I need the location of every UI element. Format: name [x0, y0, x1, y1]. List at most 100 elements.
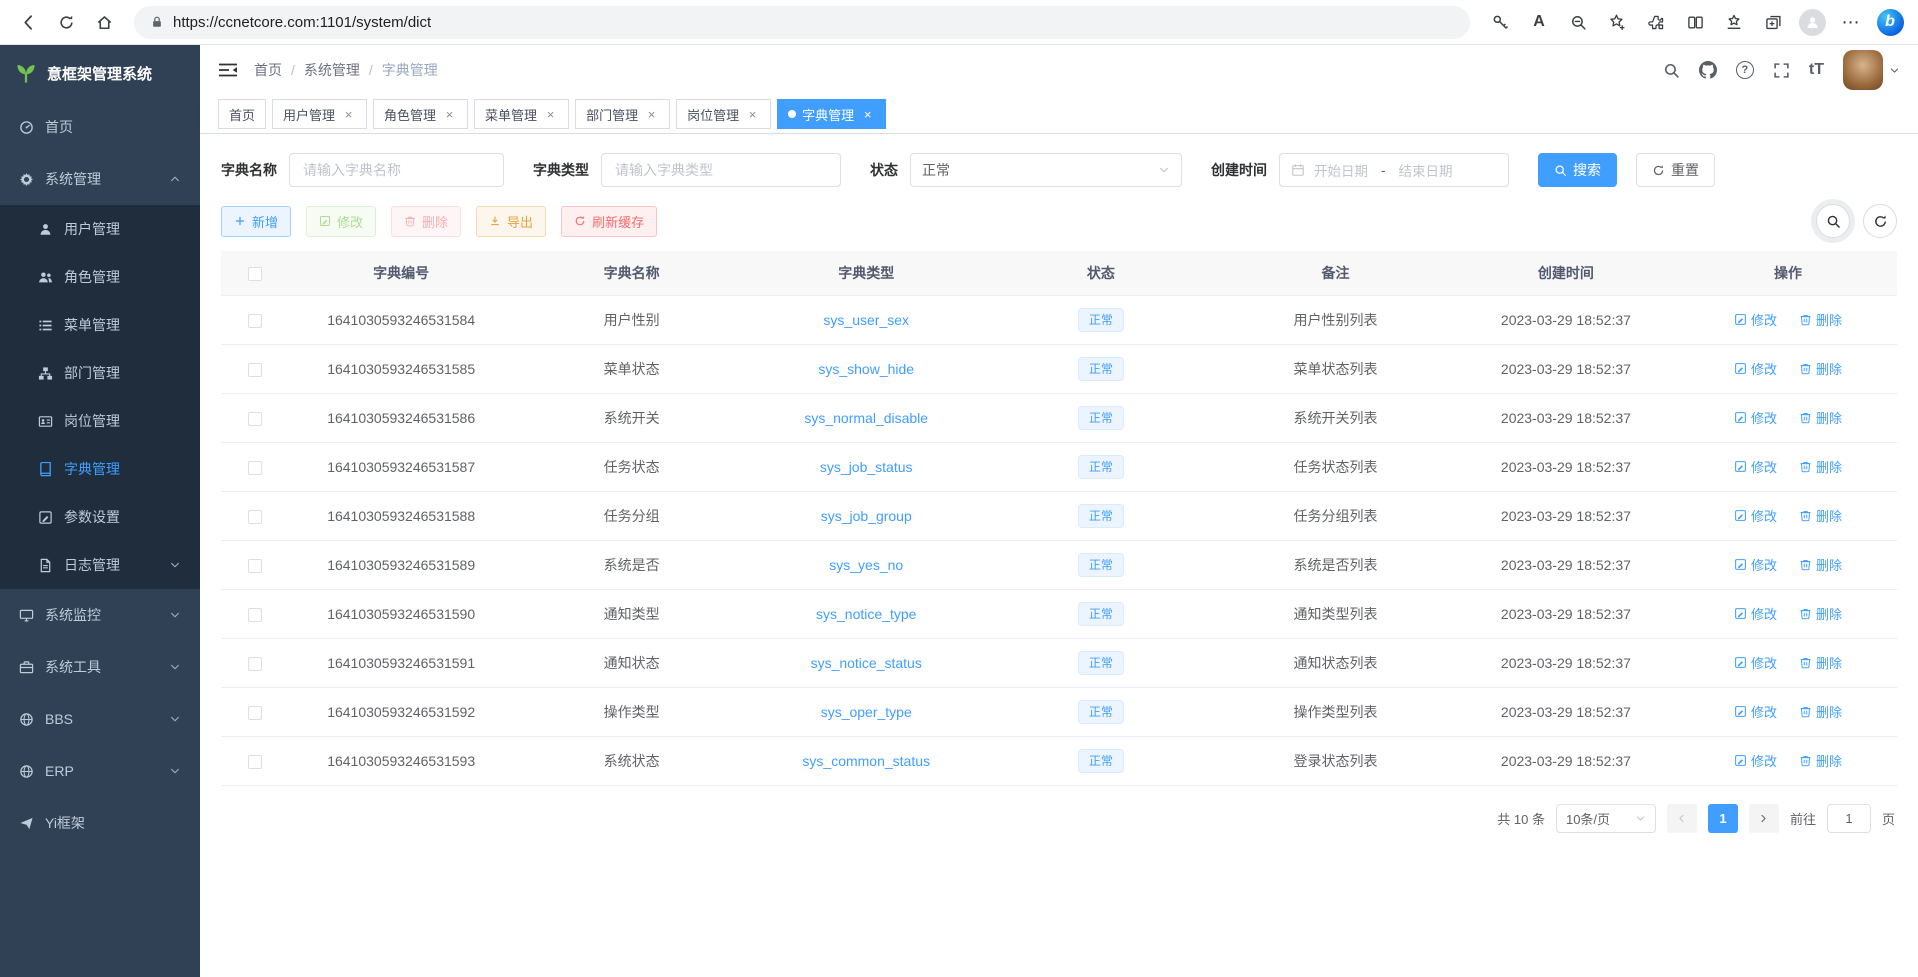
- sidebar-item-system[interactable]: 系统管理: [0, 153, 200, 205]
- dict-type-link[interactable]: sys_notice_status: [811, 655, 922, 671]
- sidebar-item-menus[interactable]: 菜单管理: [0, 301, 200, 349]
- sidebar-item-tools[interactable]: 系统工具: [0, 641, 200, 693]
- row-checkbox[interactable]: [248, 657, 262, 671]
- split-screen-icon[interactable]: [1677, 5, 1713, 39]
- browser-home-button[interactable]: [86, 5, 122, 39]
- row-checkbox[interactable]: [248, 363, 262, 377]
- tab-post[interactable]: 岗位管理×: [676, 99, 771, 129]
- add-favorite-icon[interactable]: [1599, 5, 1635, 39]
- reset-button[interactable]: 重置: [1636, 153, 1715, 187]
- zoom-out-icon[interactable]: [1560, 5, 1596, 39]
- row-edit-button[interactable]: 修改: [1734, 604, 1777, 623]
- user-menu[interactable]: [1843, 50, 1900, 90]
- row-checkbox[interactable]: [248, 461, 262, 475]
- fullscreen-icon[interactable]: [1773, 62, 1790, 79]
- dict-type-link[interactable]: sys_job_status: [820, 459, 913, 475]
- sidebar-item-yi-framework[interactable]: Yi框架: [0, 797, 200, 849]
- sidebar-item-home[interactable]: 首页: [0, 101, 200, 153]
- select-all-checkbox[interactable]: [248, 267, 262, 281]
- browser-profile-avatar[interactable]: [1794, 5, 1830, 39]
- goto-page-input[interactable]: [1827, 804, 1871, 833]
- search-button[interactable]: 搜索: [1538, 153, 1617, 187]
- tab-user[interactable]: 用户管理×: [272, 99, 367, 129]
- browser-menu-icon[interactable]: ⋯: [1833, 5, 1869, 39]
- sidebar-item-departments[interactable]: 部门管理: [0, 349, 200, 397]
- tab-close-icon[interactable]: ×: [442, 107, 457, 122]
- tab-role[interactable]: 角色管理×: [373, 99, 468, 129]
- address-bar[interactable]: https://ccnetcore.com:1101/system/dict: [134, 6, 1470, 39]
- browser-back-button[interactable]: [10, 5, 46, 39]
- dict-type-link[interactable]: sys_show_hide: [818, 361, 914, 377]
- refresh-table-button[interactable]: [1863, 204, 1897, 238]
- sidebar-item-erp[interactable]: ERP: [0, 745, 200, 797]
- row-delete-button[interactable]: 删除: [1799, 702, 1842, 721]
- export-button[interactable]: 导出: [476, 206, 546, 237]
- row-delete-button[interactable]: 删除: [1799, 310, 1842, 329]
- extensions-icon[interactable]: [1638, 5, 1674, 39]
- breadcrumb-home[interactable]: 首页: [254, 60, 282, 80]
- tab-dict[interactable]: 字典管理×: [777, 99, 886, 129]
- collections-icon[interactable]: [1755, 5, 1791, 39]
- date-range-picker[interactable]: 开始日期 - 结束日期: [1279, 153, 1509, 187]
- row-checkbox[interactable]: [248, 755, 262, 769]
- row-delete-button[interactable]: 删除: [1799, 408, 1842, 427]
- sidebar-item-posts[interactable]: 岗位管理: [0, 397, 200, 445]
- row-edit-button[interactable]: 修改: [1734, 702, 1777, 721]
- dict-type-link[interactable]: sys_normal_disable: [804, 410, 928, 426]
- tab-close-icon[interactable]: ×: [644, 107, 659, 122]
- row-checkbox[interactable]: [248, 706, 262, 720]
- row-delete-button[interactable]: 删除: [1799, 751, 1842, 770]
- row-delete-button[interactable]: 删除: [1799, 359, 1842, 378]
- row-checkbox[interactable]: [248, 510, 262, 524]
- sidebar-item-bbs[interactable]: BBS: [0, 693, 200, 745]
- row-checkbox[interactable]: [248, 608, 262, 622]
- refresh-cache-button[interactable]: 刷新缓存: [561, 206, 657, 237]
- dict-type-link[interactable]: sys_user_sex: [823, 312, 909, 328]
- favorites-bar-icon[interactable]: [1716, 5, 1752, 39]
- dict-type-link[interactable]: sys_common_status: [802, 753, 930, 769]
- sidebar-item-monitor[interactable]: 系统监控: [0, 589, 200, 641]
- row-delete-button[interactable]: 删除: [1799, 457, 1842, 476]
- sidebar-item-logs[interactable]: 日志管理: [0, 541, 200, 589]
- sidebar-item-users[interactable]: 用户管理: [0, 205, 200, 253]
- dict-type-link[interactable]: sys_notice_type: [816, 606, 916, 622]
- tab-close-icon[interactable]: ×: [860, 107, 875, 122]
- row-edit-button[interactable]: 修改: [1734, 408, 1777, 427]
- github-icon[interactable]: [1699, 61, 1717, 79]
- sidebar-item-roles[interactable]: 角色管理: [0, 253, 200, 301]
- row-delete-button[interactable]: 删除: [1799, 604, 1842, 623]
- dict-type-link[interactable]: sys_oper_type: [821, 704, 912, 720]
- row-edit-button[interactable]: 修改: [1734, 653, 1777, 672]
- dict-type-link[interactable]: sys_yes_no: [829, 557, 903, 573]
- row-edit-button[interactable]: 修改: [1734, 457, 1777, 476]
- read-aloud-icon[interactable]: A: [1521, 5, 1557, 39]
- row-edit-button[interactable]: 修改: [1734, 751, 1777, 770]
- dict-name-input[interactable]: [289, 153, 504, 187]
- help-icon[interactable]: ?: [1736, 61, 1754, 79]
- tab-close-icon[interactable]: ×: [543, 107, 558, 122]
- row-checkbox[interactable]: [248, 314, 262, 328]
- row-checkbox[interactable]: [248, 412, 262, 426]
- row-delete-button[interactable]: 删除: [1799, 506, 1842, 525]
- add-button[interactable]: 新增: [221, 206, 291, 237]
- browser-refresh-button[interactable]: [48, 5, 84, 39]
- row-edit-button[interactable]: 修改: [1734, 310, 1777, 329]
- header-search-icon[interactable]: [1663, 62, 1680, 79]
- app-logo[interactable]: 意框架管理系统: [0, 45, 200, 101]
- font-size-icon[interactable]: tT: [1809, 61, 1824, 79]
- delete-button[interactable]: 删除: [391, 206, 461, 237]
- next-page-button[interactable]: [1749, 804, 1779, 833]
- row-checkbox[interactable]: [248, 559, 262, 573]
- prev-page-button[interactable]: [1667, 804, 1697, 833]
- row-edit-button[interactable]: 修改: [1734, 555, 1777, 574]
- row-delete-button[interactable]: 删除: [1799, 653, 1842, 672]
- sidebar-toggle-icon[interactable]: [218, 62, 238, 78]
- breadcrumb-system[interactable]: 系统管理: [304, 60, 360, 80]
- dict-type-link[interactable]: sys_job_group: [821, 508, 912, 524]
- status-select[interactable]: 正常: [910, 153, 1182, 187]
- edit-button[interactable]: 修改: [306, 206, 376, 237]
- row-delete-button[interactable]: 删除: [1799, 555, 1842, 574]
- bing-icon[interactable]: b: [1872, 5, 1908, 39]
- tab-menu[interactable]: 菜单管理×: [474, 99, 569, 129]
- sidebar-item-dictionary[interactable]: 字典管理: [0, 445, 200, 493]
